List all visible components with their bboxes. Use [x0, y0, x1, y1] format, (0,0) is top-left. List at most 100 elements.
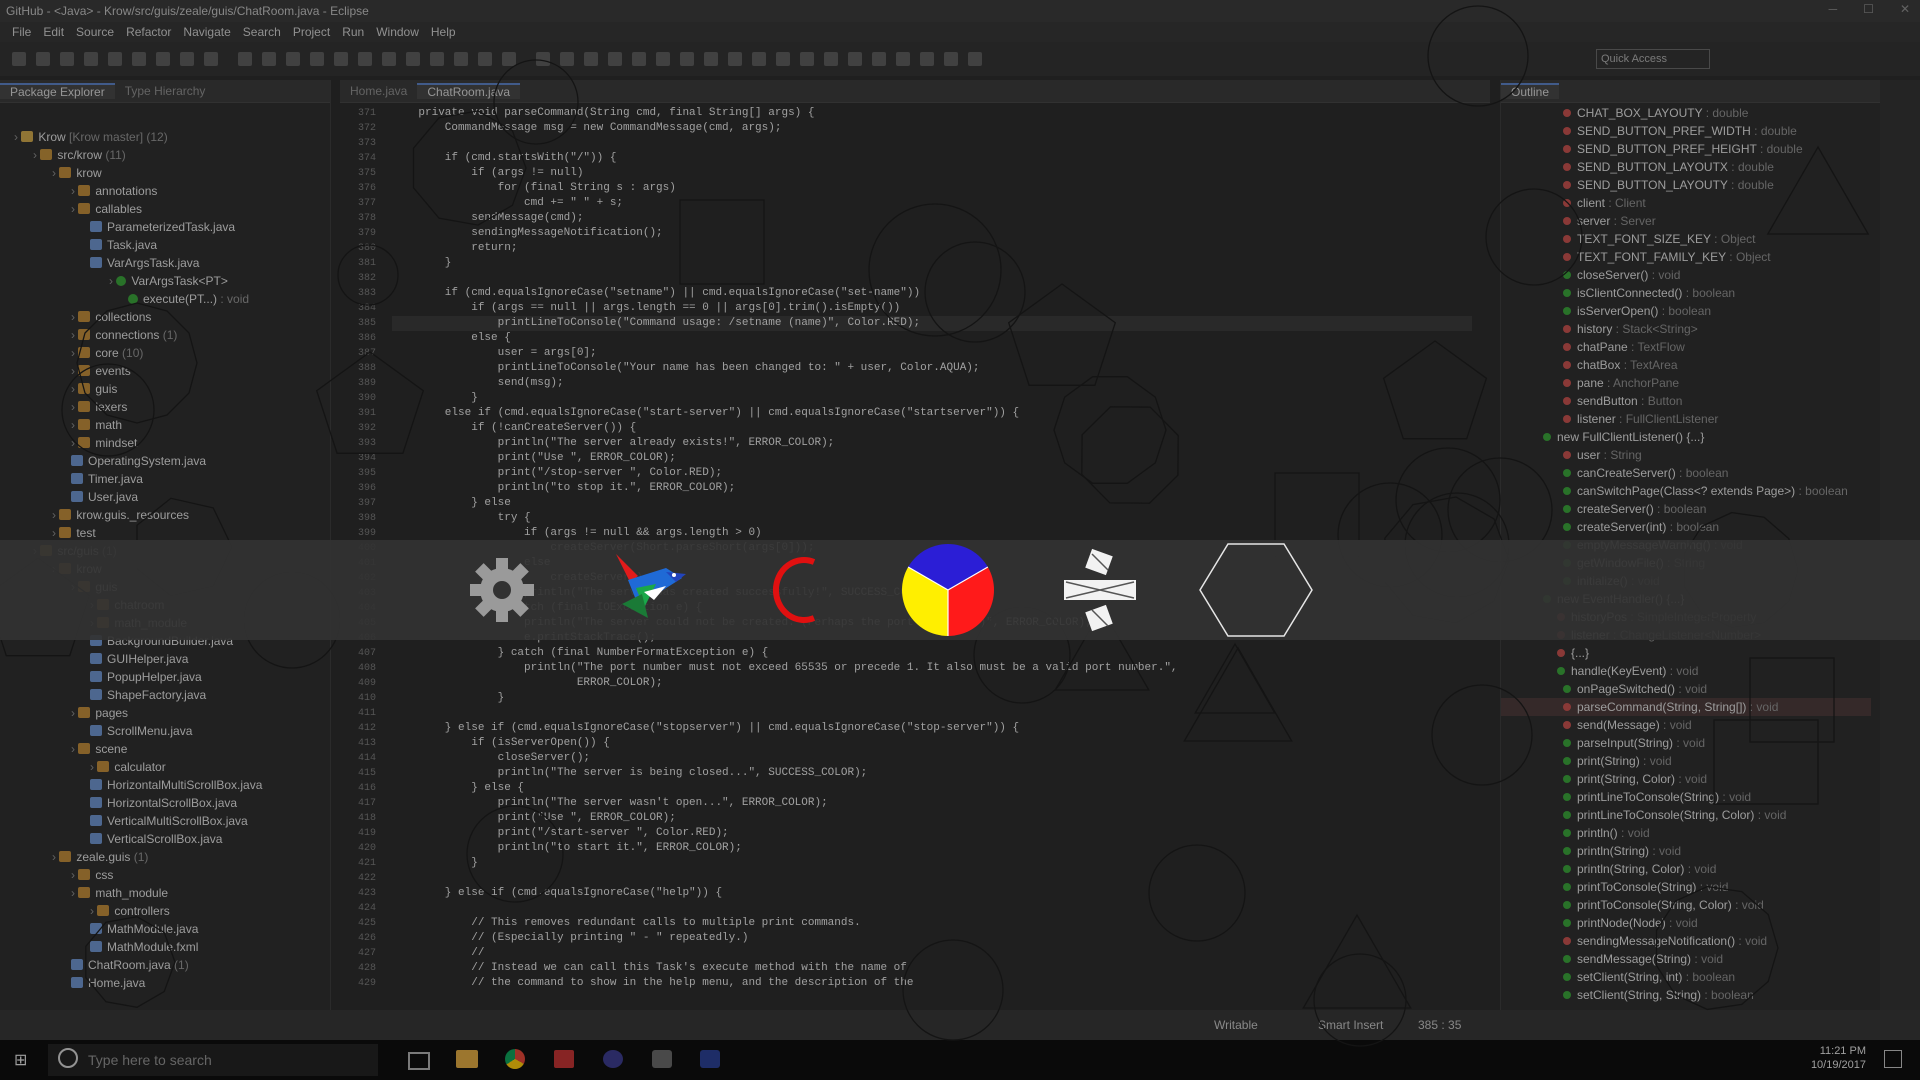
tree-item[interactable]: HorizontalMultiScrollBox.java [0, 776, 320, 794]
tree-item[interactable]: MathModule.java [0, 920, 320, 938]
toolbar-button-icon[interactable] [560, 52, 574, 66]
menu-window[interactable]: Window [376, 25, 419, 39]
tree-item[interactable]: ParameterizedTask.java [0, 218, 320, 236]
expand-toggle-icon[interactable]: › [71, 868, 78, 882]
code-line[interactable] [392, 706, 1472, 721]
code-line[interactable]: user = args[0]; [392, 346, 1472, 361]
chrome-icon[interactable] [505, 1049, 525, 1069]
taskbar-search-box[interactable]: Type here to search [48, 1044, 378, 1076]
toolbar-button-icon[interactable] [896, 52, 910, 66]
tree-item[interactable]: ShapeFactory.java [0, 686, 320, 704]
tree-item[interactable]: Home.java [0, 974, 320, 992]
code-line[interactable]: // Instead we can call this Task's execu… [392, 961, 1472, 976]
cortana-icon[interactable] [58, 1048, 78, 1068]
tree-item[interactable]: › scene [0, 740, 320, 758]
outline-item[interactable]: chatPane : TextFlow [1501, 338, 1871, 356]
toolbar-button-icon[interactable] [84, 52, 98, 66]
menu-help[interactable]: Help [431, 25, 456, 39]
tree-item[interactable]: › src/krow (11) [0, 146, 320, 164]
divide-icon[interactable] [1058, 548, 1142, 632]
menu-edit[interactable]: Edit [43, 25, 64, 39]
outline-item[interactable]: listener : FullClientListener [1501, 410, 1871, 428]
tree-item[interactable]: GUIHelper.java [0, 650, 320, 668]
code-line[interactable]: private void parseCommand(String cmd, fi… [392, 106, 1472, 121]
outline-item[interactable]: new FullClientListener() {...} [1501, 428, 1871, 446]
java-app-icon[interactable] [700, 1050, 720, 1068]
toolbar-button-icon[interactable] [584, 52, 598, 66]
toolbar-button-icon[interactable] [454, 52, 468, 66]
expand-toggle-icon[interactable]: › [52, 850, 59, 864]
code-line[interactable]: if (args == null || args.length == 0 || … [392, 301, 1472, 316]
outline-item[interactable]: server : Server [1501, 212, 1871, 230]
tree-item[interactable]: › Krow [Krow master] (12) [0, 128, 320, 146]
code-line[interactable]: sendingMessageNotification(); [392, 226, 1472, 241]
code-line[interactable]: println("to start it.", ERROR_COLOR); [392, 841, 1472, 856]
expand-toggle-icon[interactable]: › [90, 904, 97, 918]
tree-item[interactable]: OperatingSystem.java [0, 452, 320, 470]
code-line[interactable]: // the command to show in the help menu,… [392, 976, 1472, 991]
code-line[interactable]: } else if (cmd.equalsIgnoreCase("stopser… [392, 721, 1472, 736]
tree-item[interactable]: › events [0, 362, 320, 380]
code-line[interactable]: if (cmd.equalsIgnoreCase("setname") || c… [392, 286, 1472, 301]
menu-navigate[interactable]: Navigate [183, 25, 230, 39]
toolbar-button-icon[interactable] [60, 52, 74, 66]
toolbar-button-icon[interactable] [656, 52, 670, 66]
close-icon[interactable]: ✕ [1900, 2, 1910, 16]
outline-item[interactable]: onPageSwitched() : void [1501, 680, 1871, 698]
code-line[interactable]: print("Use ", ERROR_COLOR); [392, 811, 1472, 826]
tab-outline[interactable]: Outline [1501, 83, 1560, 99]
task-view-icon[interactable] [408, 1052, 430, 1070]
outline-item[interactable]: canSwitchPage(Class<? extends Page>) : b… [1501, 482, 1871, 500]
code-line[interactable]: } else [392, 496, 1472, 511]
tree-item[interactable]: › annotations [0, 182, 320, 200]
toolbar-button-icon[interactable] [334, 52, 348, 66]
outline-item[interactable]: println(String, Color) : void [1501, 860, 1871, 878]
toolbar-button-icon[interactable] [132, 52, 146, 66]
outline-item[interactable]: parseCommand(String, String[]) : void [1501, 698, 1871, 716]
code-line[interactable]: // (Especially printing " - " repeatedly… [392, 931, 1472, 946]
code-line[interactable]: send(msg); [392, 376, 1472, 391]
menu-refactor[interactable]: Refactor [126, 25, 171, 39]
maximize-icon[interactable]: ☐ [1863, 2, 1874, 16]
tree-item[interactable]: › css [0, 866, 320, 884]
code-line[interactable]: println("The server is being closed...",… [392, 766, 1472, 781]
code-line[interactable]: sendMessage(cmd); [392, 211, 1472, 226]
toolbar-button-icon[interactable] [406, 52, 420, 66]
code-line[interactable]: // [392, 946, 1472, 961]
expand-toggle-icon[interactable]: › [52, 166, 59, 180]
code-line[interactable]: cmd += " " + s; [392, 196, 1472, 211]
outline-item[interactable]: createServer(int) : boolean [1501, 518, 1871, 536]
code-line[interactable]: } [392, 856, 1472, 871]
toolbar-button-icon[interactable] [180, 52, 194, 66]
tree-item[interactable]: › core (10) [0, 344, 320, 362]
tab-package-explorer[interactable]: Package Explorer [0, 83, 115, 99]
expand-toggle-icon[interactable]: › [71, 310, 78, 324]
toolbar-button-icon[interactable] [430, 52, 444, 66]
outline-item[interactable]: printLineToConsole(String) : void [1501, 788, 1871, 806]
expand-toggle-icon[interactable]: › [71, 400, 78, 414]
toolbar-button-icon[interactable] [776, 52, 790, 66]
expand-toggle-icon[interactable]: › [71, 436, 78, 450]
hexagon-icon[interactable] [1196, 540, 1316, 640]
tree-item[interactable]: › guis [0, 380, 320, 398]
code-line[interactable]: closeServer(); [392, 751, 1472, 766]
toolbar-button-icon[interactable] [286, 52, 300, 66]
code-line[interactable]: else if (cmd.equalsIgnoreCase("start-ser… [392, 406, 1472, 421]
tree-item[interactable]: MathModule.fxml [0, 938, 320, 956]
tree-item[interactable]: › math_module [0, 884, 320, 902]
outline-item[interactable]: pane : AnchorPane [1501, 374, 1871, 392]
code-line[interactable]: } else if (cmd.equalsIgnoreCase("help"))… [392, 886, 1472, 901]
code-line[interactable]: if (!canCreateServer()) { [392, 421, 1472, 436]
outline-item[interactable]: printLineToConsole(String, Color) : void [1501, 806, 1871, 824]
tree-item[interactable]: VerticalScrollBox.java [0, 830, 320, 848]
toolbar-button-icon[interactable] [502, 52, 516, 66]
toolbar-button-icon[interactable] [12, 52, 26, 66]
expand-toggle-icon[interactable]: › [71, 202, 78, 216]
code-line[interactable]: else { [392, 331, 1472, 346]
tree-item[interactable]: › zeale.guis (1) [0, 848, 320, 866]
bird-icon[interactable] [608, 548, 692, 632]
code-line[interactable]: println("The server already exists!", ER… [392, 436, 1472, 451]
expand-toggle-icon[interactable]: › [71, 706, 78, 720]
code-line[interactable]: return; [392, 241, 1472, 256]
code-line[interactable]: println("The port number must not exceed… [392, 661, 1472, 676]
